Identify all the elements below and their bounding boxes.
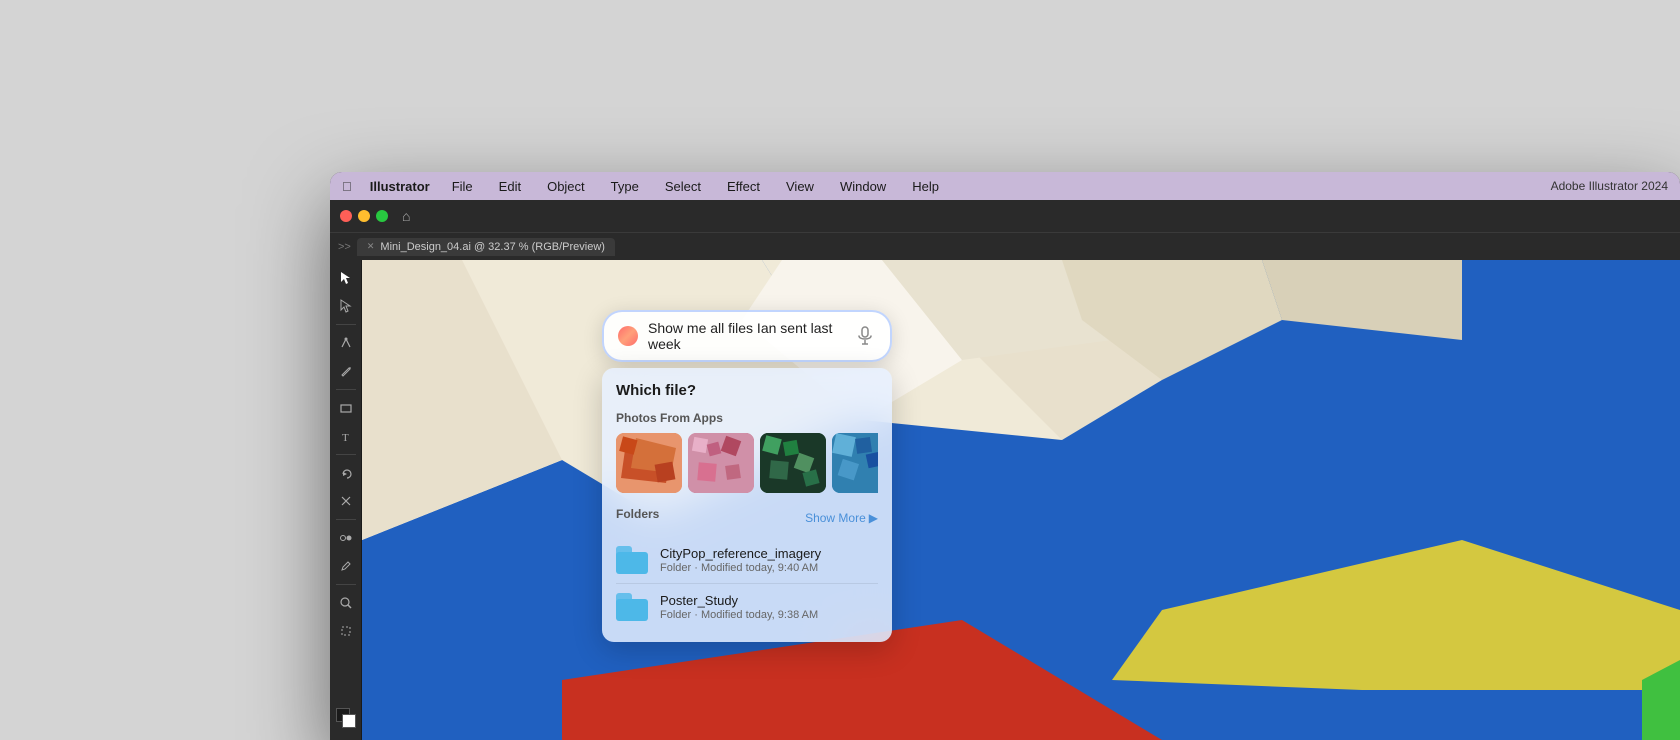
minimize-button[interactable] (358, 210, 370, 222)
folder-item-2[interactable]: Poster_Study Folder · Modified today, 9:… (616, 586, 878, 628)
photo-thumb-3[interactable] (760, 433, 826, 493)
color-swatches (336, 708, 356, 734)
search-bar[interactable]: Show me all files Ian sent last week (602, 310, 892, 362)
tab-file[interactable]: ✕ Mini_Design_04.ai @ 32.37 % (RGB/Previ… (357, 238, 615, 256)
tool-separator-5 (336, 584, 356, 585)
pencil-tool[interactable] (334, 359, 358, 383)
menu-edit[interactable]: Edit (495, 177, 525, 196)
tool-separator-4 (336, 519, 356, 520)
menu-effect[interactable]: Effect (723, 177, 764, 196)
svg-text:T: T (342, 432, 349, 443)
maximize-button[interactable] (376, 210, 388, 222)
menu-help[interactable]: Help (908, 177, 943, 196)
title-bar: ⌂ (330, 200, 1680, 232)
mac-window:  Illustrator File Edit Object Type Sele… (330, 172, 1680, 740)
which-file-label: Which file? (616, 382, 878, 399)
folders-header: Folders Show More ▶ (616, 507, 878, 529)
tab-filename: Mini_Design_04.ai @ 32.37 % (RGB/Preview… (380, 241, 605, 253)
search-input[interactable]: Show me all files Ian sent last week (648, 320, 844, 352)
artboard-tool[interactable] (334, 619, 358, 643)
pen-tool[interactable] (334, 331, 358, 355)
photo-thumb-2[interactable] (688, 433, 754, 493)
folder-item-1[interactable]: CityPop_reference_imagery Folder · Modif… (616, 539, 878, 581)
photo-thumbnails (616, 433, 878, 493)
folder-divider (616, 583, 878, 584)
photo-thumb-1[interactable] (616, 433, 682, 493)
menu-file[interactable]: File (448, 177, 477, 196)
photo-thumb-4[interactable] (832, 433, 878, 493)
canvas-area: Show me all files Ian sent last week Whi… (362, 260, 1680, 740)
app-name[interactable]: Illustrator (370, 179, 430, 194)
selection-tool[interactable] (334, 266, 358, 290)
blend-tool[interactable] (334, 526, 358, 550)
tab-close-icon[interactable]: ✕ (367, 241, 375, 252)
photos-section-title: Photos From Apps (616, 411, 878, 425)
apple-menu[interactable]:  (342, 179, 352, 194)
rectangle-tool[interactable] (334, 396, 358, 420)
show-more-icon: ▶ (869, 511, 878, 525)
artwork (362, 260, 1680, 740)
search-overlay: Show me all files Ian sent last week Whi… (602, 310, 892, 642)
background-color[interactable] (342, 714, 356, 728)
tab-dots[interactable]: >> (338, 241, 351, 253)
color-swatch-pair[interactable] (336, 708, 356, 728)
menu-object[interactable]: Object (543, 177, 589, 196)
siri-icon (618, 326, 638, 346)
menu-window[interactable]: Window (836, 177, 890, 196)
folder-icon-1 (616, 546, 648, 574)
adobe-version: Adobe Illustrator 2024 (1551, 179, 1668, 193)
tabs-bar: >> ✕ Mini_Design_04.ai @ 32.37 % (RGB/Pr… (330, 232, 1680, 260)
type-tool[interactable]: T (334, 424, 358, 448)
folder-meta-2: Folder · Modified today, 9:38 AM (660, 609, 878, 621)
toolbar: T (330, 260, 362, 740)
menu-type[interactable]: Type (607, 177, 643, 196)
folder-meta-1: Folder · Modified today, 9:40 AM (660, 562, 878, 574)
tool-separator-3 (336, 454, 356, 455)
file-picker: Which file? Photos From Apps (602, 368, 892, 642)
menu-select[interactable]: Select (661, 177, 705, 196)
tool-separator-1 (336, 324, 356, 325)
rotate-tool[interactable] (334, 461, 358, 485)
menu-view[interactable]: View (782, 177, 818, 196)
main-content: T (330, 260, 1680, 740)
reflect-tool[interactable] (334, 489, 358, 513)
menu-bar:  Illustrator File Edit Object Type Sele… (330, 172, 1680, 200)
home-icon[interactable]: ⌂ (402, 208, 410, 224)
direct-selection-tool[interactable] (334, 294, 358, 318)
tool-separator-2 (336, 389, 356, 390)
close-button[interactable] (340, 210, 352, 222)
folders-section-title: Folders (616, 507, 659, 521)
eyedropper-tool[interactable] (334, 554, 358, 578)
show-more-button[interactable]: Show More ▶ (805, 511, 878, 525)
traffic-lights (340, 210, 388, 222)
zoom-tool[interactable] (334, 591, 358, 615)
folder-info-2: Poster_Study Folder · Modified today, 9:… (660, 593, 878, 621)
mic-icon[interactable] (854, 325, 876, 347)
folder-info-1: CityPop_reference_imagery Folder · Modif… (660, 546, 878, 574)
folder-name-1: CityPop_reference_imagery (660, 546, 878, 561)
folder-icon-2 (616, 593, 648, 621)
folder-name-2: Poster_Study (660, 593, 878, 608)
